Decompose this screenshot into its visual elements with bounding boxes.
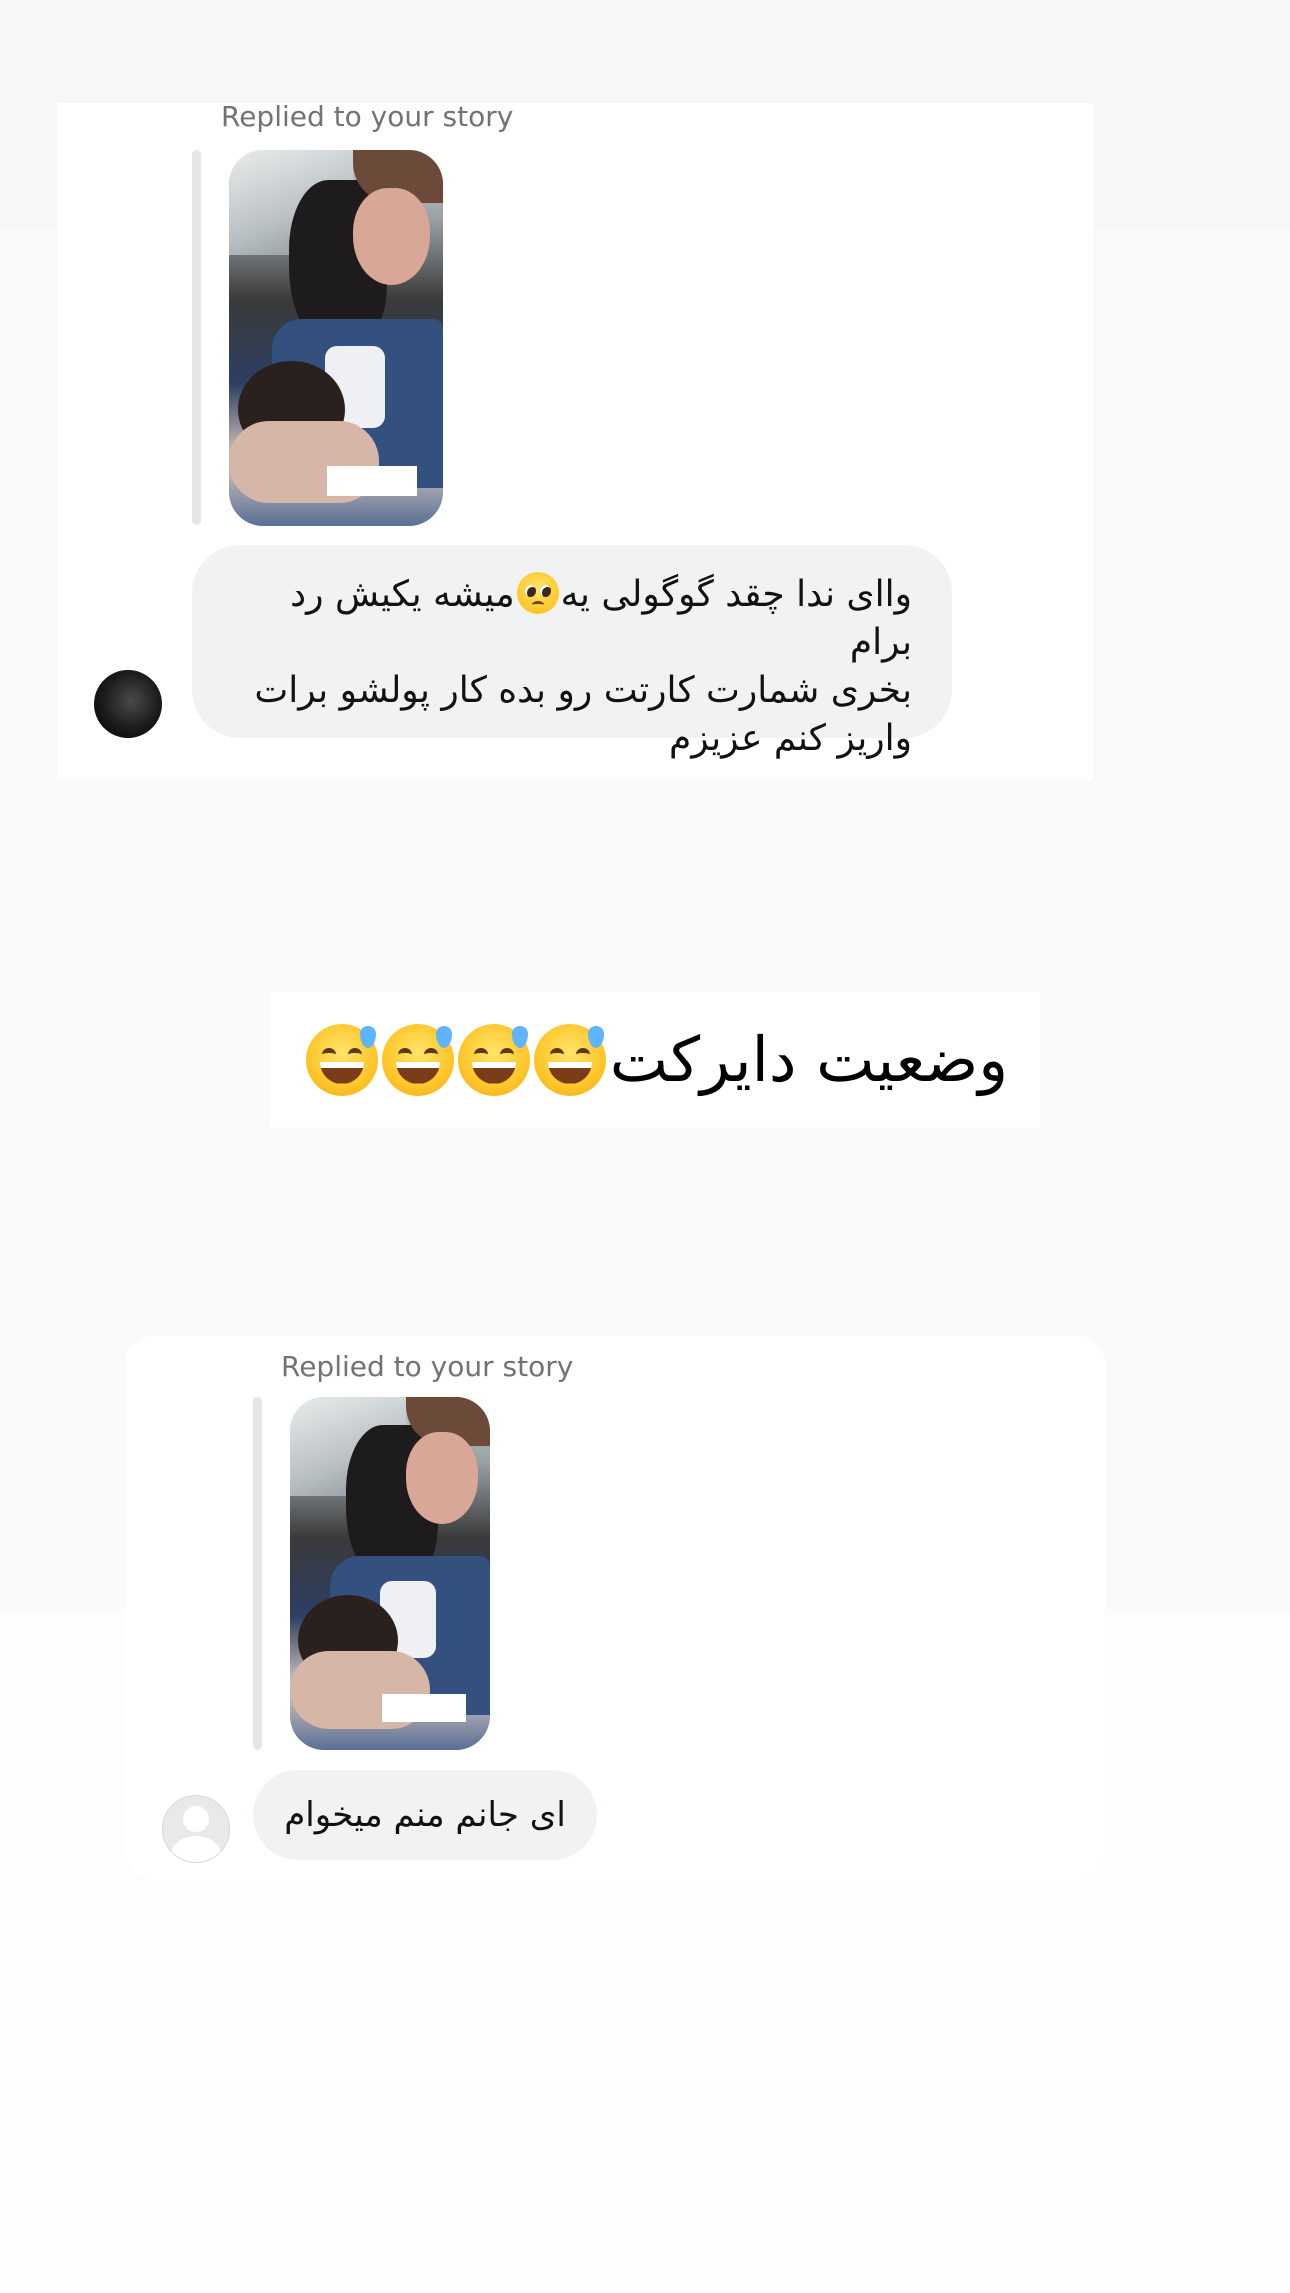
story-reply-bar — [192, 150, 201, 525]
face-shape — [406, 1432, 478, 1525]
caption-box: وضعیت دایرکت — [270, 992, 1040, 1127]
replied-to-story-label: Replied to your story — [281, 1350, 574, 1383]
emoji-row — [302, 1023, 606, 1096]
grinning-face-with-sweat-emoji-icon — [381, 1023, 454, 1096]
face-shape — [353, 187, 431, 286]
caption-text: وضعیت دایرکت — [609, 1023, 1009, 1096]
story-text-sticker — [382, 1693, 466, 1722]
replied-to-story-label: Replied to your story — [221, 100, 514, 133]
story-thumbnail[interactable] — [229, 150, 443, 526]
pleading-face-emoji-icon — [516, 572, 559, 614]
message-text-part: واای ندا چقد گوگولی یه — [560, 574, 912, 615]
grinning-face-with-sweat-emoji-icon — [305, 1023, 378, 1096]
story-text-sticker — [327, 465, 418, 496]
grinning-face-with-sweat-emoji-icon — [457, 1023, 530, 1096]
story-reply-bar — [253, 1397, 262, 1750]
message-line-2: بخری شمارت کارتت رو بده کار پولشو برات — [254, 670, 912, 711]
story-thumbnail[interactable] — [290, 1397, 490, 1750]
message-line-1: واای ندا چقد گوگولی یه میشه یکیش رد برام — [224, 571, 912, 667]
grinning-face-with-sweat-emoji-icon — [533, 1023, 606, 1096]
caption: وضعیت دایرکت — [270, 992, 1040, 1127]
default-avatar-icon[interactable] — [162, 1795, 230, 1863]
message-bubble[interactable]: واای ندا چقد گوگولی یه میشه یکیش رد برام … — [192, 545, 952, 759]
sender-avatar[interactable] — [94, 670, 162, 738]
message-bubble[interactable]: ای جانم منم میخوام — [253, 1770, 597, 1860]
message-line-3: واریز کنم عزیزم — [668, 718, 912, 759]
